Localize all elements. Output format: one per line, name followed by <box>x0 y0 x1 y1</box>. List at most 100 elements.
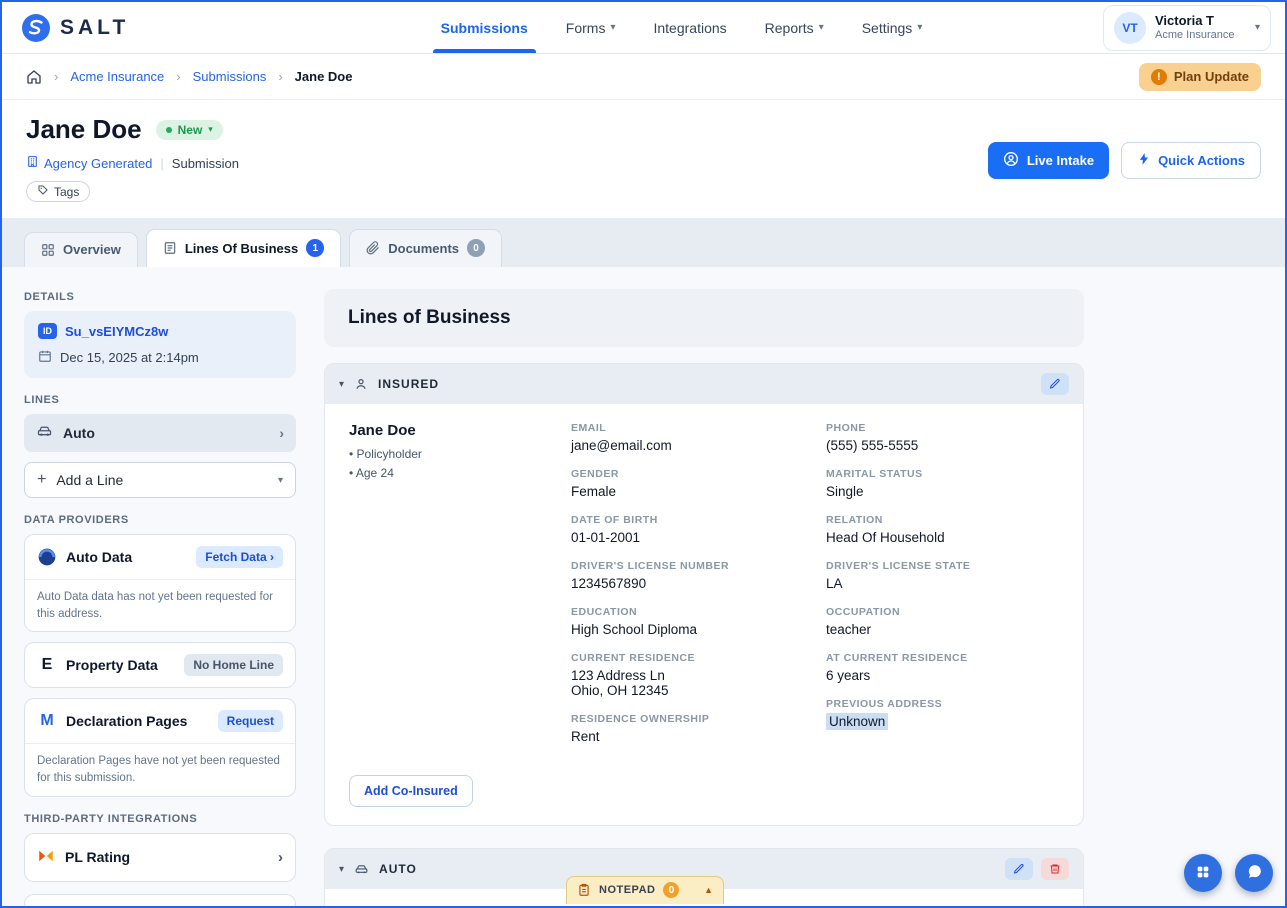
property-data-card: E Property Data No Home Line <box>24 642 296 689</box>
tab-count-badge: 1 <box>306 239 325 257</box>
field-at-current-residence: AT CURRENT RESIDENCE 6 years <box>826 652 1059 683</box>
tab-lines-of-business[interactable]: Lines Of Business 1 <box>145 229 342 267</box>
avatar: VT <box>1113 11 1146 44</box>
collapse-chevron-icon[interactable]: ▾ <box>339 864 344 875</box>
declaration-pages-card: M Declaration Pages Request Declaration … <box>24 698 296 797</box>
field-relation: RELATION Head Of Household <box>826 514 1059 545</box>
nav-integrations[interactable]: Integrations <box>653 2 726 53</box>
breadcrumb: › Acme Insurance › Submissions › Jane Do… <box>2 54 1285 100</box>
divider: | <box>160 155 164 171</box>
collapse-chevron-icon[interactable]: ▾ <box>339 379 344 390</box>
tab-label: Documents <box>388 240 460 256</box>
auto-data-card: Auto Data Fetch Data › Auto Data data ha… <box>24 534 296 633</box>
plan-update-badge[interactable]: ! Plan Update <box>1138 62 1261 91</box>
auto-section-label: AUTO <box>379 862 417 876</box>
apps-fab-button[interactable] <box>1184 854 1222 892</box>
field-value: High School Diploma <box>571 622 698 637</box>
chevron-down-icon: ▾ <box>610 22 616 33</box>
field-label: PREVIOUS ADDRESS <box>826 698 943 710</box>
declaration-pages-logo-icon: M <box>40 712 54 730</box>
fetch-data-button[interactable]: Fetch Data › <box>196 546 283 568</box>
id-badge: ID <box>38 323 57 339</box>
insured-fields-left: EMAIL jane@email.com GENDER Female DATE OF… <box>571 422 804 759</box>
quick-actions-button[interactable]: Quick Actions <box>1121 142 1261 179</box>
request-button[interactable]: Request <box>217 710 283 733</box>
agency-generated-link[interactable]: Agency Generated <box>26 155 152 171</box>
edit-insured-button[interactable] <box>1041 373 1069 395</box>
submission-header: Jane Doe New ▾ Agency Generated | Submis… <box>2 100 1285 218</box>
submission-id[interactable]: Su_vsEIYMCz8w <box>65 324 168 339</box>
calendar-icon <box>38 349 52 366</box>
car-icon <box>354 862 369 877</box>
user-name: Victoria T <box>1154 13 1214 29</box>
field-email: EMAIL jane@email.com <box>571 422 804 453</box>
live-intake-button[interactable]: Live Intake <box>987 142 1110 179</box>
breadcrumb-org[interactable]: Acme Insurance <box>70 69 164 84</box>
chat-fab-button[interactable] <box>1235 854 1273 892</box>
auto-data-logo-icon <box>37 547 57 567</box>
property-data-logo-icon: E <box>41 656 53 674</box>
insured-name: Jane Doe <box>349 422 416 439</box>
notepad-icon <box>577 883 591 897</box>
breadcrumb-submissions[interactable]: Submissions <box>193 69 267 84</box>
nav-label: Submissions <box>440 19 528 36</box>
lines-section-label: LINES <box>24 394 60 406</box>
pl-rating-logo-icon <box>37 847 55 868</box>
integration-gaya[interactable]: G Gaya.ai › <box>24 893 296 906</box>
home-icon[interactable] <box>26 69 42 85</box>
user-meta: Victoria T Acme Insurance <box>1155 13 1234 42</box>
live-intake-label: Live Intake <box>1026 153 1095 168</box>
submission-type: Submission <box>171 155 239 171</box>
field-current-residence: CURRENT RESIDENCE 123 Address Ln Ohio, OH… <box>571 652 804 698</box>
field-phone: PHONE (555) 555-5555 <box>826 422 1059 453</box>
notepad-tab[interactable]: NOTEPAD 0 ▲ <box>566 876 724 904</box>
chevron-right-icon: › <box>270 550 274 564</box>
building-icon <box>26 155 39 171</box>
nav-settings[interactable]: Settings ▾ <box>862 2 923 53</box>
insured-card-header: ▾ INSURED <box>325 364 1083 404</box>
plan-update-label: Plan Update <box>1173 69 1249 84</box>
nav-reports[interactable]: Reports ▾ <box>765 2 824 53</box>
data-providers-label: DATA PROVIDERS <box>24 514 129 526</box>
grid-icon <box>41 243 55 257</box>
delete-auto-button[interactable] <box>1041 858 1069 880</box>
field-label: RESIDENCE OWNERSHIP <box>571 713 710 725</box>
tab-documents[interactable]: Documents 0 <box>349 229 503 267</box>
status-badge[interactable]: New ▾ <box>155 119 223 140</box>
nav-submissions[interactable]: Submissions <box>432 2 536 53</box>
status-dot-icon <box>165 126 172 133</box>
user-org: Acme Insurance <box>1154 28 1235 41</box>
chat-bubble-icon <box>1246 863 1263 883</box>
add-co-insured-button[interactable]: Add Co-Insured <box>349 775 473 807</box>
field-label: DATE OF BIRTH <box>571 514 658 526</box>
field-label: EMAIL <box>571 422 607 434</box>
tags-button[interactable]: Tags <box>26 181 91 202</box>
notepad-label: NOTEPAD <box>599 884 656 896</box>
tab-overview[interactable]: Overview <box>24 232 138 267</box>
tags-label: Tags <box>54 184 80 199</box>
integration-pl-rating[interactable]: PL Rating › <box>24 832 296 882</box>
tabs-bar: Overview Lines Of Business 1 Documents 0 <box>2 218 1285 267</box>
field-label: OCCUPATION <box>826 606 901 618</box>
field-date-of-birth: DATE OF BIRTH 01-01-2001 <box>571 514 804 545</box>
breadcrumb-current: Jane Doe <box>294 69 353 84</box>
field-value: Rent <box>571 729 600 744</box>
edit-auto-button[interactable] <box>1005 858 1033 880</box>
field-occupation: OCCUPATION teacher <box>826 606 1059 637</box>
chevron-down-icon: ▾ <box>1254 22 1260 33</box>
field-label: RELATION <box>826 514 883 526</box>
field-value: teacher <box>826 622 872 637</box>
add-line-button[interactable]: + Add a Line ▾ <box>24 462 296 498</box>
chevron-down-icon: ▾ <box>208 124 213 134</box>
field-residence-ownership: RESIDENCE OWNERSHIP Rent <box>571 713 804 744</box>
user-menu[interactable]: VT Victoria T Acme Insurance ▾ <box>1102 4 1271 51</box>
tab-label: Lines Of Business <box>184 240 299 256</box>
page-title: Jane Doe <box>26 114 142 144</box>
insured-card: ▾ INSURED Jane Doe Policyholder <box>324 363 1084 826</box>
provider-note: Auto Data data has not yet been requeste… <box>25 579 295 631</box>
field-label: PHONE <box>826 422 866 434</box>
nav-forms[interactable]: Forms ▾ <box>566 2 616 53</box>
integrations-label: THIRD-PARTY INTEGRATIONS <box>24 812 198 825</box>
line-item-auto[interactable]: Auto › <box>24 414 296 452</box>
insured-bullet: Policyholder <box>349 445 549 464</box>
